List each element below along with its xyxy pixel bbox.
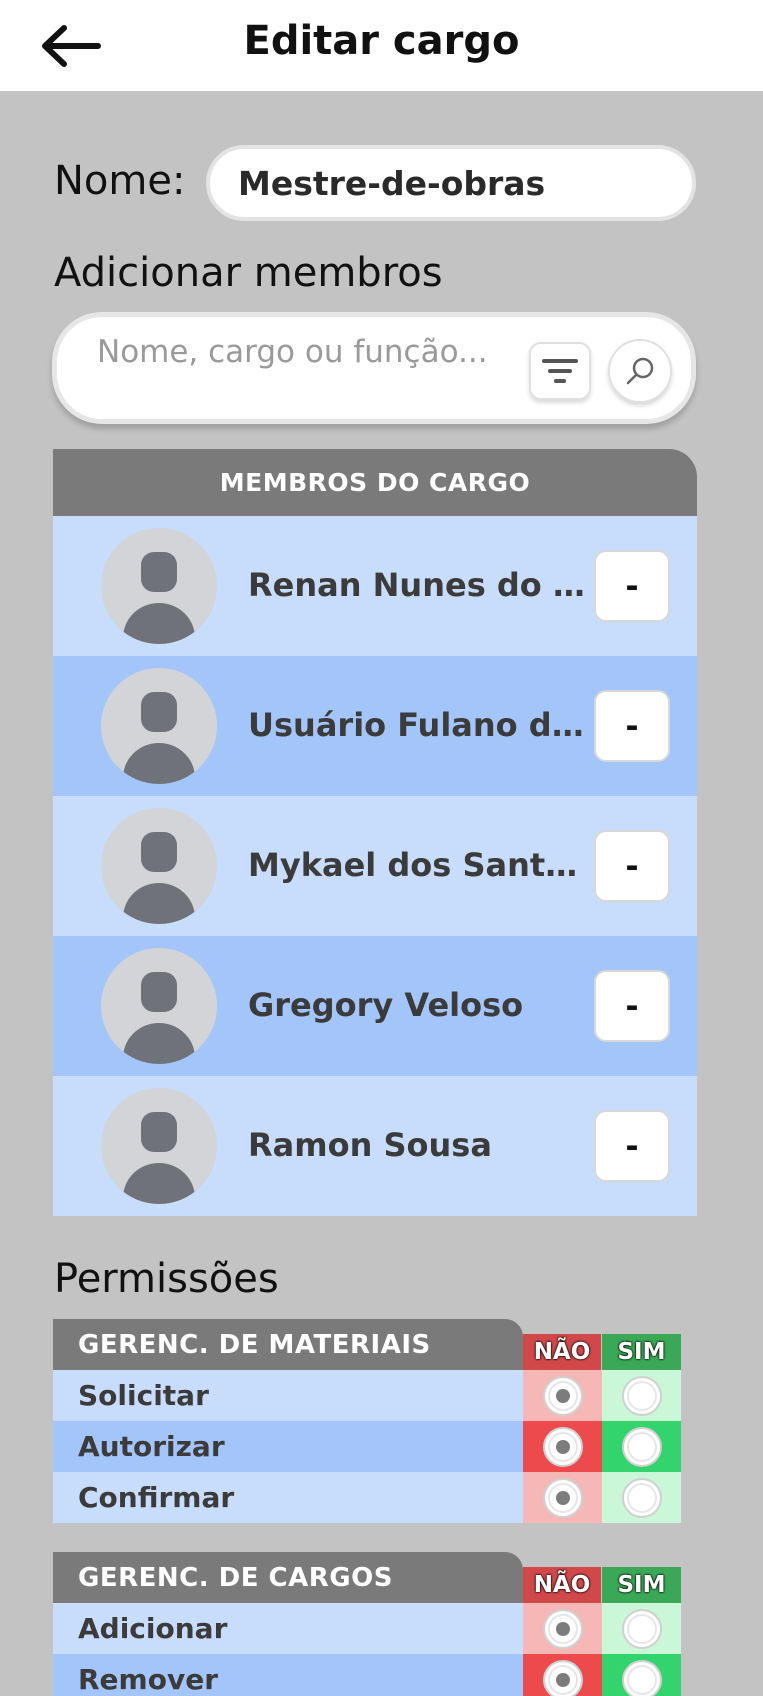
filter-button[interactable] — [529, 342, 591, 400]
member-name: Usuário Fulano de Tal — [248, 706, 588, 744]
member-name: Renan Nunes do Santos — [248, 566, 588, 604]
yes-column-header: SIM — [602, 1567, 681, 1603]
permission-row: Solicitar — [53, 1370, 689, 1421]
permission-row: Confirmar — [53, 1472, 689, 1523]
member-row: Ramon Sousa - — [53, 1076, 697, 1216]
no-radio[interactable] — [542, 1426, 583, 1467]
member-row: Gregory Veloso - — [53, 936, 697, 1076]
no-radio[interactable] — [542, 1659, 583, 1696]
no-cell — [523, 1370, 602, 1421]
avatar — [101, 808, 217, 924]
no-cell — [523, 1654, 602, 1696]
yes-radio[interactable] — [621, 1659, 662, 1696]
avatar — [101, 948, 217, 1064]
member-row: Renan Nunes do Santos - — [53, 516, 697, 656]
yes-column-header: SIM — [602, 1334, 681, 1370]
no-radio[interactable] — [542, 1375, 583, 1416]
member-search-box — [52, 312, 696, 424]
yes-cell — [602, 1603, 681, 1654]
permission-row: Autorizar — [53, 1421, 689, 1472]
yes-radio[interactable] — [621, 1608, 662, 1649]
permission-group-title: GERENC. DE CARGOS — [53, 1552, 523, 1603]
filter-icon — [542, 359, 578, 383]
no-column-header: NÃO — [523, 1567, 601, 1603]
yes-cell — [602, 1472, 681, 1523]
yes-radio[interactable] — [621, 1375, 662, 1416]
yes-cell — [602, 1421, 681, 1472]
add-members-label: Adicionar membros — [54, 250, 443, 296]
avatar — [101, 668, 217, 784]
member-name: Ramon Sousa — [248, 1126, 492, 1164]
no-radio[interactable] — [542, 1608, 583, 1649]
member-name: Gregory Veloso — [248, 986, 524, 1024]
no-radio[interactable] — [542, 1477, 583, 1518]
remove-member-button[interactable]: - — [594, 830, 670, 902]
user-placeholder-icon — [123, 552, 195, 644]
permission-label: Confirmar — [53, 1472, 523, 1523]
name-input[interactable] — [206, 145, 696, 221]
member-row: Mykael dos Santos Silva - — [53, 796, 697, 936]
name-label: Nome: — [54, 158, 186, 204]
user-placeholder-icon — [123, 972, 195, 1064]
yes-radio[interactable] — [621, 1477, 662, 1518]
permission-group-header: GERENC. DE MATERIAIS NÃO SIM — [53, 1319, 689, 1370]
no-cell — [523, 1603, 602, 1654]
user-placeholder-icon — [123, 1112, 195, 1204]
permission-group-roles: GERENC. DE CARGOS NÃO SIM Adicionar Remo… — [53, 1552, 689, 1696]
permission-label: Adicionar — [53, 1603, 523, 1654]
member-name: Mykael dos Santos Silva — [248, 846, 588, 884]
permissions-title: Permissões — [54, 1256, 279, 1302]
permission-row: Remover — [53, 1654, 689, 1696]
search-button[interactable] — [608, 339, 672, 403]
permission-group-header: GERENC. DE CARGOS NÃO SIM — [53, 1552, 689, 1603]
yes-cell — [602, 1654, 681, 1696]
remove-member-button[interactable]: - — [594, 690, 670, 762]
app-header: Editar cargo — [0, 0, 763, 91]
user-placeholder-icon — [123, 832, 195, 924]
search-icon — [626, 357, 654, 385]
members-list: Renan Nunes do Santos - Usuário Fulano d… — [53, 516, 697, 1216]
user-placeholder-icon — [123, 692, 195, 784]
permission-label: Remover — [53, 1654, 523, 1696]
yes-radio[interactable] — [621, 1426, 662, 1467]
remove-member-button[interactable]: - — [594, 970, 670, 1042]
members-table-header: MEMBROS DO CARGO — [53, 449, 697, 516]
permission-label: Autorizar — [53, 1421, 523, 1472]
member-search-input[interactable] — [97, 331, 517, 411]
avatar — [101, 528, 217, 644]
page-title: Editar cargo — [243, 18, 520, 64]
no-cell — [523, 1421, 602, 1472]
permission-group-materials: GERENC. DE MATERIAIS NÃO SIM Solicitar A… — [53, 1319, 689, 1523]
yes-cell — [602, 1370, 681, 1421]
remove-member-button[interactable]: - — [594, 550, 670, 622]
remove-member-button[interactable]: - — [594, 1110, 670, 1182]
no-cell — [523, 1472, 602, 1523]
member-row: Usuário Fulano de Tal - — [53, 656, 697, 796]
permission-row: Adicionar — [53, 1603, 689, 1654]
permission-label: Solicitar — [53, 1370, 523, 1421]
no-column-header: NÃO — [523, 1334, 601, 1370]
permission-group-title: GERENC. DE MATERIAIS — [53, 1319, 523, 1370]
avatar — [101, 1088, 217, 1204]
